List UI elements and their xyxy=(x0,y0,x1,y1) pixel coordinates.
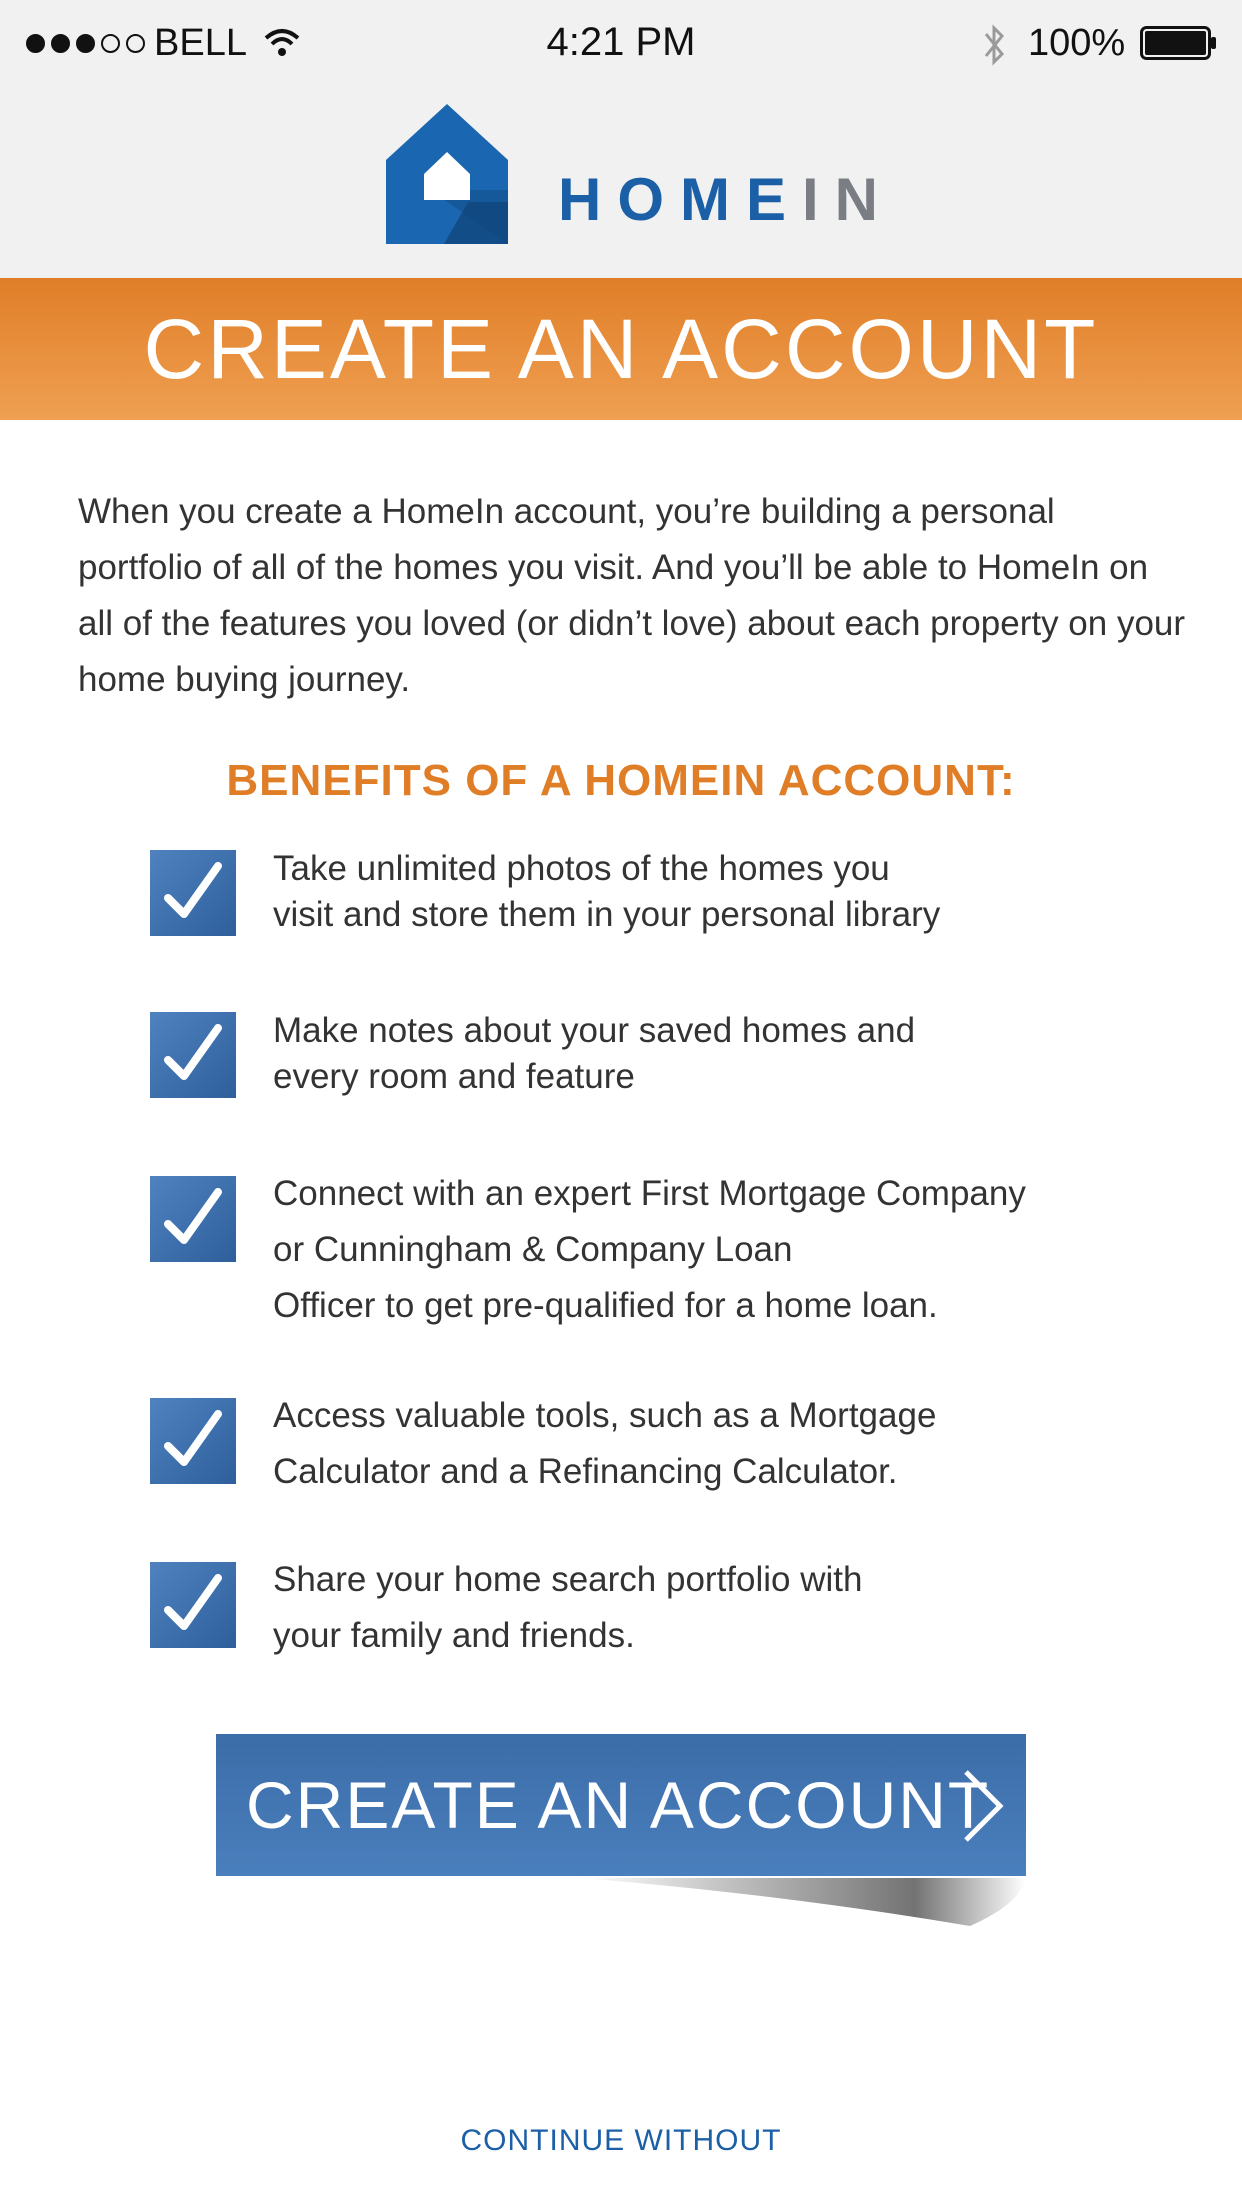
brand-wordmark: HOMEIN xyxy=(558,170,894,230)
benefit-line: your family and friends. xyxy=(273,1616,635,1655)
benefit-text: Access valuable tools, such as a Mortgag… xyxy=(273,1388,1193,1500)
benefit-text: Make notes about your saved homes and ev… xyxy=(273,1008,1193,1100)
create-account-button[interactable]: CREATE AN ACCOUNT xyxy=(216,1734,1026,1876)
chevron-right-icon xyxy=(964,1770,1004,1842)
benefit-line: every room and feature xyxy=(273,1057,635,1096)
benefits-heading: BENEFITS OF A HOMEIN ACCOUNT: xyxy=(226,756,1016,805)
benefit-line: Connect with an expert First Mortgage Co… xyxy=(273,1174,1026,1213)
benefit-line: Calculator and a Refinancing Calculator. xyxy=(273,1452,898,1491)
benefit-text: Share your home search portfolio with yo… xyxy=(273,1552,1193,1664)
brand-wordmark-suffix: IN xyxy=(802,166,894,233)
benefit-line: Officer to get pre-qualified for a home … xyxy=(273,1286,938,1325)
status-bar: BELL 4:21 PM 100% xyxy=(0,0,1242,88)
checkbox-checked-icon xyxy=(150,1012,236,1098)
intro-paragraph: When you create a HomeIn account, you’re… xyxy=(78,492,1186,699)
benefit-line: Access valuable tools, such as a Mortgag… xyxy=(273,1396,937,1435)
continue-without-link[interactable]: CONTINUE WITHOUT xyxy=(0,2124,1242,2158)
benefit-line: Take unlimited photos of the homes you xyxy=(273,849,890,888)
button-shadow xyxy=(580,1878,1026,1926)
benefit-line: Share your home search portfolio with xyxy=(273,1560,863,1599)
benefit-line: visit and store them in your personal li… xyxy=(273,895,941,934)
checkbox-checked-icon xyxy=(150,850,236,936)
create-account-button-label: CREATE AN ACCOUNT xyxy=(246,1768,991,1842)
checkbox-checked-icon xyxy=(150,1176,236,1262)
create-account-screen: BELL 4:21 PM 100% HOMEIN CREATE AN ACCOU… xyxy=(0,0,1242,2208)
benefit-line: Make notes about your saved homes and xyxy=(273,1011,916,1050)
brand-wordmark-main: HOME xyxy=(558,166,802,233)
checkbox-checked-icon xyxy=(150,1562,236,1648)
page-title-banner: CREATE AN ACCOUNT xyxy=(0,278,1242,420)
bluetooth-icon xyxy=(984,24,1005,66)
battery-percentage: 100% xyxy=(1028,22,1126,64)
benefit-text: Take unlimited photos of the homes you v… xyxy=(273,846,1193,938)
app-header: HOMEIN xyxy=(0,88,1242,278)
benefit-line: or Cunningham & Company Loan xyxy=(273,1230,793,1269)
house-logo-icon xyxy=(386,104,508,244)
benefit-text: Connect with an expert First Mortgage Co… xyxy=(273,1166,1193,1334)
checkbox-checked-icon xyxy=(150,1398,236,1484)
battery-icon xyxy=(1140,26,1216,60)
